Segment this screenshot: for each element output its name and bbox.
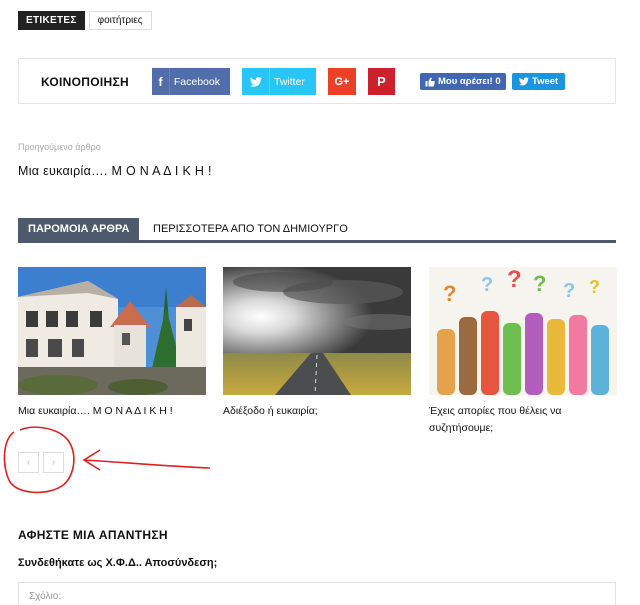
related-card[interactable]: Μια ευκαιρία…. Μ Ο Ν Α Δ Ι Κ Η ! [18,267,206,420]
thumbs-up-icon [425,76,435,87]
svg-text:?: ? [507,267,522,293]
card-thumbnail[interactable]: ? ? ? ? ? ? [429,267,617,395]
card-title[interactable]: Έχεις απορίες που θέλεις να συζητήσουμε; [429,403,617,437]
card-title[interactable]: Μια ευκαιρία…. Μ Ο Ν Α Δ Ι Κ Η ! [18,403,206,420]
tags-label: ΕΤΙΚΕΤΕΣ [18,11,85,30]
related-tabs: ΠΑΡΟΜΟΙΑ ΑΡΘΡΑ ΠΕΡΙΣΣΟΤΕΡΑ ΑΠΟ ΤΟΝ ΔΗΜΙΟ… [18,218,616,243]
facebook-label: Facebook [173,75,220,88]
card-thumbnail[interactable] [18,267,206,395]
twitter-share-button[interactable]: Twitter [242,68,316,95]
pinterest-icon: P [377,74,386,89]
pinterest-share-button[interactable]: P [368,68,395,95]
googleplus-icon: G+ [334,75,350,88]
twitter-bird-icon [519,77,529,86]
tab-similar-articles[interactable]: ΠΑΡΟΜΟΙΑ ΑΡΘΡΑ [18,218,140,240]
facebook-share-button[interactable]: f Facebook [152,68,230,95]
logged-in-status[interactable]: Συνδεθήκατε ως Χ.Φ.Δ.. Αποσύνδεση; [18,557,217,569]
share-title: ΚΟΙΝΟΠΟΙΗΣΗ [41,75,129,89]
tweet-label: Tweet [532,76,559,87]
reply-title: ΑΦΗΣΤΕ ΜΙΑ ΑΠΑΝΤΗΣΗ [18,528,168,542]
twitter-label: Twitter [274,75,305,88]
svg-text:?: ? [589,277,600,297]
tag-link[interactable]: φοιτήτριες [88,11,152,30]
tags-bar: ΕΤΙΚΕΤΕΣ φοιτήτριες [18,11,152,30]
twitter-icon [242,68,270,95]
card-title[interactable]: Αδιέξοδο ή ευκαιρία; [223,403,411,420]
tab-more-from-author[interactable]: ΠΕΡΙΣΣΟΤΕΡΑ ΑΠΟ ΤΟΝ ΔΗΜΙΟΥΡΓΟ [153,218,348,240]
related-card[interactable]: Αδιέξοδο ή ευκαιρία; [223,267,411,420]
comment-textarea[interactable]: Σχόλιο: [18,582,616,605]
card-thumbnail[interactable] [223,267,411,395]
googleplus-share-button[interactable]: G+ [328,68,356,95]
like-label: Μου αρέσει! 0 [438,76,501,87]
svg-text:?: ? [563,280,575,302]
previous-article-link[interactable]: Μια ευκαιρία…. Μ Ο Ν Α Δ Ι Κ Η ! [18,164,212,178]
annotation-circle-arrow [3,426,211,494]
facebook-like-button[interactable]: Μου αρέσει! 0 [420,73,506,90]
related-card[interactable]: ? ? ? ? ? ? Έχεις απορίες που θέλεις να … [429,267,617,437]
facebook-icon: f [152,68,170,95]
svg-text:?: ? [481,274,493,296]
svg-text:?: ? [443,281,456,306]
share-box: ΚΟΙΝΟΠΟΙΗΣΗ f Facebook Twitter G+ P Μου … [18,58,616,104]
svg-text:?: ? [533,271,546,296]
previous-article-label: Προηγούμενο άρθρο [18,142,101,152]
tweet-button[interactable]: Tweet [512,73,566,90]
